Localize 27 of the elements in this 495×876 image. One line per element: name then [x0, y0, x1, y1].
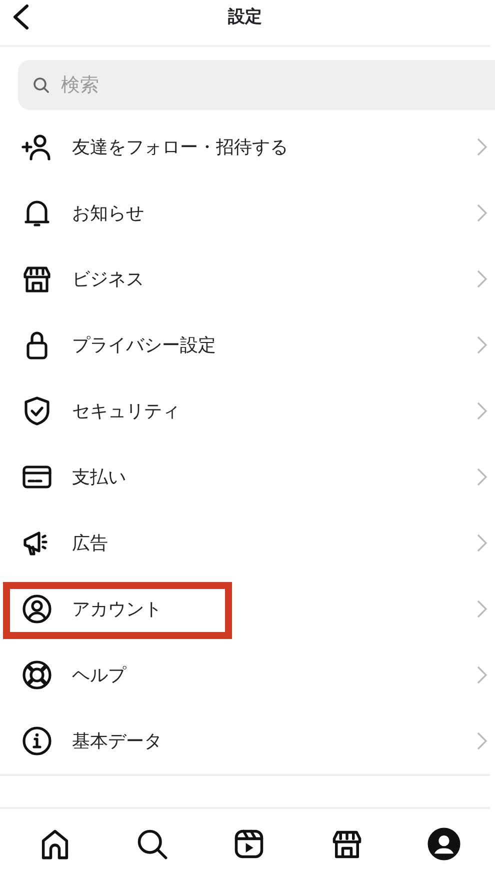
settings-item[interactable]: お知らせ — [0, 180, 495, 246]
settings-item[interactable]: 支払い — [0, 444, 495, 510]
account-circle-icon — [21, 593, 53, 625]
settings-item[interactable]: 基本データ — [0, 708, 495, 774]
chevron-icon — [477, 600, 487, 618]
chevron-icon — [477, 732, 487, 750]
search-field[interactable]: 検索 — [18, 60, 495, 110]
lifebuoy-icon — [21, 659, 53, 691]
chevron-icon — [477, 402, 487, 420]
chevron-icon — [477, 336, 487, 354]
settings-item[interactable]: ヘルプ — [0, 642, 495, 708]
nav-tab[interactable] — [427, 826, 462, 860]
chevron-icon — [477, 138, 487, 156]
settings-item[interactable]: ビジネス — [0, 246, 495, 312]
chevron-icon — [477, 270, 487, 288]
settings-item[interactable]: 友達をフォロー・招待する — [0, 114, 495, 180]
page-title: 設定 — [228, 6, 262, 26]
search-icon — [33, 77, 49, 93]
chevron-icon — [477, 666, 487, 684]
settings-item[interactable]: アカウント — [0, 576, 495, 642]
settings-item[interactable]: セキュリティ — [0, 378, 495, 444]
settings-item[interactable]: プライバシー設定 — [0, 312, 495, 378]
settings-item[interactable]: 広告 — [0, 510, 495, 576]
chevron-icon — [477, 534, 487, 552]
info-icon — [21, 725, 53, 757]
chevron-icon — [477, 468, 487, 486]
chevron-icon — [477, 204, 487, 222]
